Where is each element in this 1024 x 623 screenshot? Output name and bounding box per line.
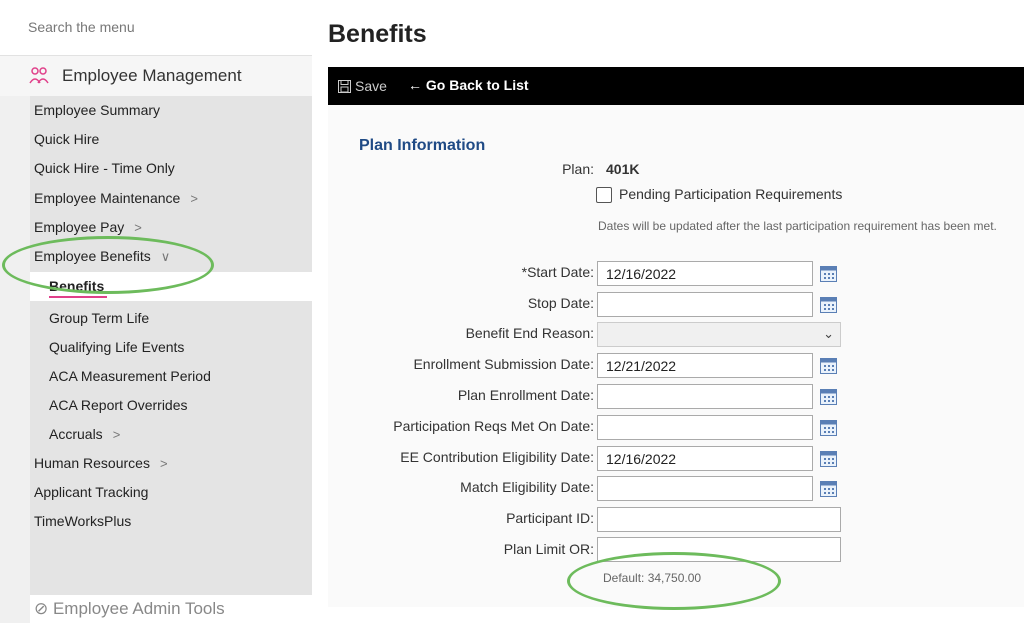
- menu-item-label: TimeWorksPlus: [34, 513, 132, 529]
- enrollment-submission-date-input[interactable]: 12/21/2022: [597, 353, 813, 378]
- page-title: Benefits: [328, 20, 427, 48]
- pending-participation-checkbox[interactable]: [596, 187, 612, 203]
- benefit-end-reason-label: Benefit End Reason:: [465, 325, 594, 341]
- calendar-icon[interactable]: [820, 265, 837, 282]
- calendar-icon[interactable]: [820, 388, 837, 405]
- toolbar: Save ← Go Back to List: [328, 67, 1024, 105]
- menu-item-employee-pay[interactable]: Employee Pay >: [30, 213, 312, 242]
- match-eligibility-label: Match Eligibility Date:: [460, 479, 594, 495]
- calendar-icon[interactable]: [820, 450, 837, 467]
- menu-item-label: Quick Hire: [34, 131, 100, 147]
- calendar-icon[interactable]: [820, 419, 837, 436]
- section-employee-admin-tools[interactable]: ⊘ Employee Admin Tools: [30, 595, 312, 623]
- chevron-right-icon: >: [190, 191, 198, 206]
- menu-item-label: Employee Pay: [34, 219, 125, 235]
- chevron-right-icon: >: [134, 220, 142, 235]
- ee-contribution-eligibility-label: EE Contribution Eligibility Date:: [400, 449, 594, 465]
- active-indicator: [49, 296, 107, 298]
- plan-limit-or-input[interactable]: [597, 537, 841, 562]
- chevron-right-icon: >: [159, 456, 168, 471]
- menu-item-accruals[interactable]: Accruals >: [30, 420, 312, 449]
- calendar-icon[interactable]: [820, 357, 837, 374]
- chevron-right-icon: >: [112, 427, 121, 442]
- menu-item-label: ACA Measurement Period: [49, 368, 211, 384]
- save-icon: [338, 80, 351, 93]
- start-date-input[interactable]: 12/16/2022: [597, 261, 813, 286]
- menu-item-label: Accruals: [49, 426, 103, 442]
- sidebar: Search the menu Employee Management Empl…: [0, 0, 312, 623]
- menu-item-label: Employee Maintenance: [34, 190, 181, 206]
- menu-item-label: ACA Report Overrides: [49, 397, 188, 413]
- menu-item-label: Quick Hire - Time Only: [34, 160, 175, 176]
- menu-item-employee-benefits[interactable]: Employee Benefits ∨: [30, 242, 312, 271]
- menu-item-quick-hire[interactable]: Quick Hire: [30, 125, 312, 154]
- menu-item-label: Applicant Tracking: [34, 484, 149, 500]
- ee-contribution-eligibility-input[interactable]: 12/16/2022: [597, 446, 813, 471]
- start-date-label: *Start Date:: [521, 264, 594, 280]
- match-eligibility-input[interactable]: [597, 476, 813, 501]
- section-title: Employee Management: [62, 66, 242, 85]
- menu-item-aca-report-overrides[interactable]: ACA Report Overrides: [30, 391, 312, 420]
- menu-item-quick-hire-time-only[interactable]: Quick Hire - Time Only: [30, 154, 312, 183]
- menu-item-aca-measurement-period[interactable]: ACA Measurement Period: [30, 362, 312, 391]
- section-employee-management[interactable]: Employee Management: [0, 56, 312, 96]
- default-limit-note: Default: 34,750.00: [603, 571, 702, 585]
- menu-item-qualifying-life-events[interactable]: Qualifying Life Events: [30, 333, 312, 362]
- menu-item-timeworksplus[interactable]: TimeWorksPlus: [30, 507, 312, 536]
- back-to-list-button[interactable]: ← Go Back to List: [408, 77, 529, 93]
- menu-item-label: Qualifying Life Events: [49, 339, 185, 355]
- calendar-icon[interactable]: [820, 480, 837, 497]
- participant-id-input[interactable]: [597, 507, 841, 532]
- plan-enrollment-date-input[interactable]: [597, 384, 813, 409]
- pending-participation-label: Pending Participation Requirements: [619, 186, 843, 202]
- menu-item-label: Group Term Life: [49, 310, 150, 326]
- participant-id-label: Participant ID:: [506, 510, 594, 526]
- menu-item-human-resources[interactable]: Human Resources >: [30, 449, 312, 478]
- plan-enrollment-date-label: Plan Enrollment Date:: [457, 387, 594, 403]
- stop-date-label: Stop Date:: [527, 295, 594, 311]
- plan-value: 401K: [606, 161, 640, 177]
- menu-search[interactable]: Search the menu: [0, 0, 312, 56]
- chevron-down-icon: ∨: [160, 249, 171, 264]
- section-heading: Plan Information: [359, 137, 486, 154]
- stop-date-input[interactable]: [597, 292, 813, 317]
- benefit-end-reason-select[interactable]: ⌄: [597, 322, 841, 347]
- menu-item-label: Employee Summary: [34, 102, 161, 118]
- search-input[interactable]: Search the menu: [28, 19, 135, 35]
- menu-item-label: Human Resources: [34, 455, 150, 471]
- section-title: ⊘ Employee Admin Tools: [34, 599, 225, 618]
- chevron-down-icon: ⌄: [823, 326, 834, 341]
- plan-limit-or-label: Plan Limit OR:: [503, 541, 594, 557]
- menu-item-label: Employee Benefits: [34, 248, 151, 264]
- menu-item-employee-summary[interactable]: Employee Summary: [30, 96, 312, 125]
- participation-reqs-met-label: Participation Reqs Met On Date:: [393, 418, 594, 434]
- participation-reqs-met-input[interactable]: [597, 415, 813, 440]
- save-label: Save: [355, 78, 387, 94]
- participation-note: Dates will be updated after the last par…: [598, 219, 997, 233]
- menu-item-applicant-tracking[interactable]: Applicant Tracking: [30, 478, 312, 507]
- menu-list: Employee Summary Quick Hire Quick Hire -…: [30, 96, 312, 607]
- menu-item-benefits[interactable]: Benefits: [30, 272, 312, 301]
- people-icon: [29, 67, 49, 84]
- plan-label: Plan:: [562, 161, 594, 177]
- menu-item-employee-maintenance[interactable]: Employee Maintenance >: [30, 184, 312, 213]
- save-button[interactable]: Save: [338, 78, 387, 94]
- enrollment-submission-date-label: Enrollment Submission Date:: [413, 356, 594, 372]
- menu-item-group-term-life[interactable]: Group Term Life: [30, 304, 312, 333]
- calendar-icon[interactable]: [820, 296, 837, 313]
